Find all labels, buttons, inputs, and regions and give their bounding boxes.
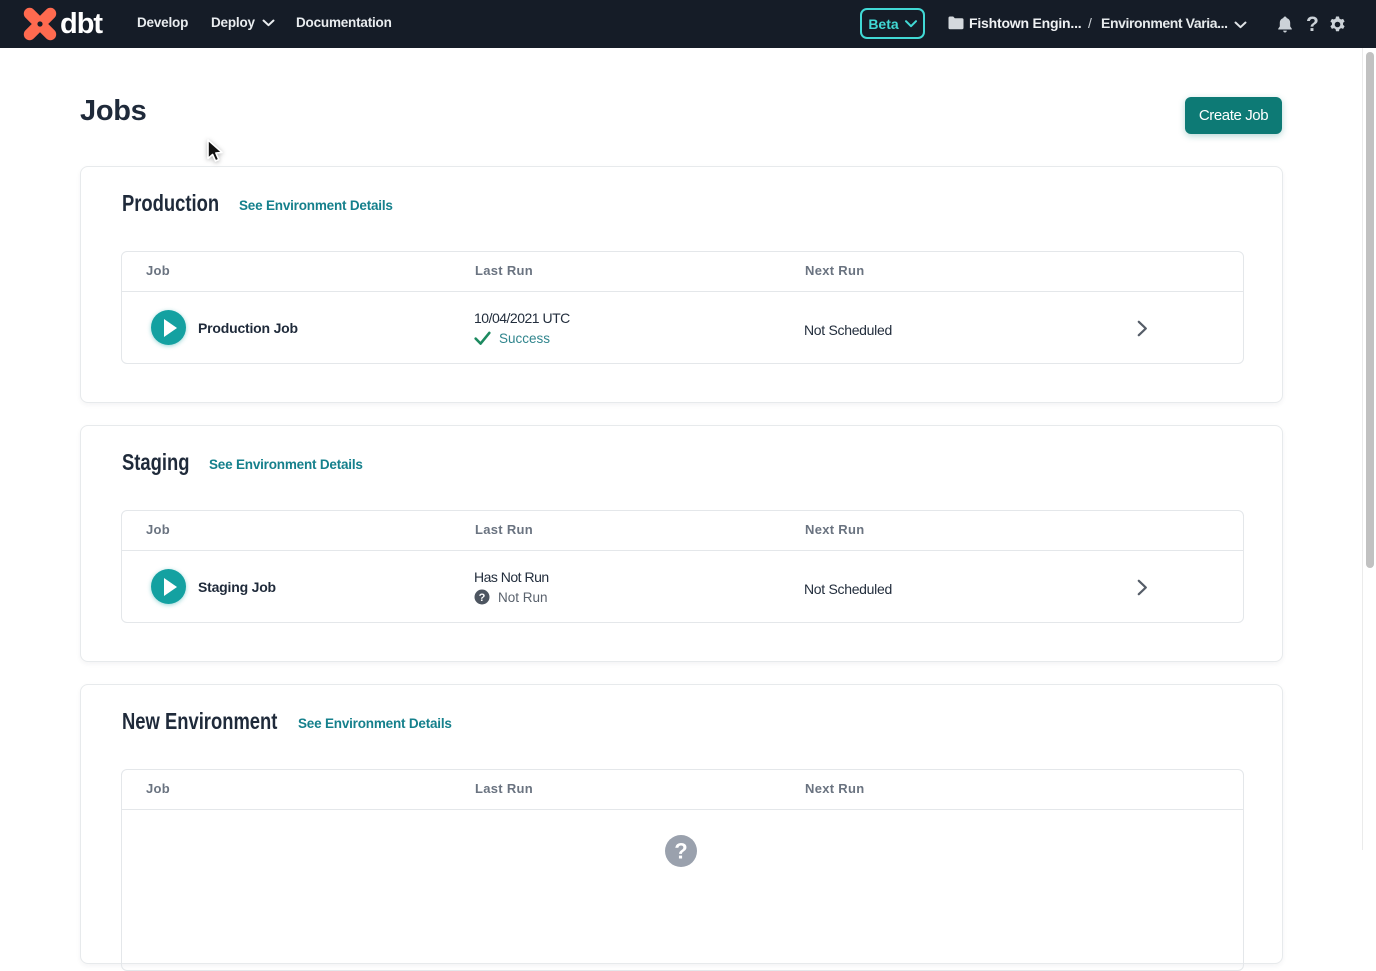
svg-text:?: ? bbox=[479, 592, 486, 604]
svg-text:?: ? bbox=[674, 839, 687, 864]
